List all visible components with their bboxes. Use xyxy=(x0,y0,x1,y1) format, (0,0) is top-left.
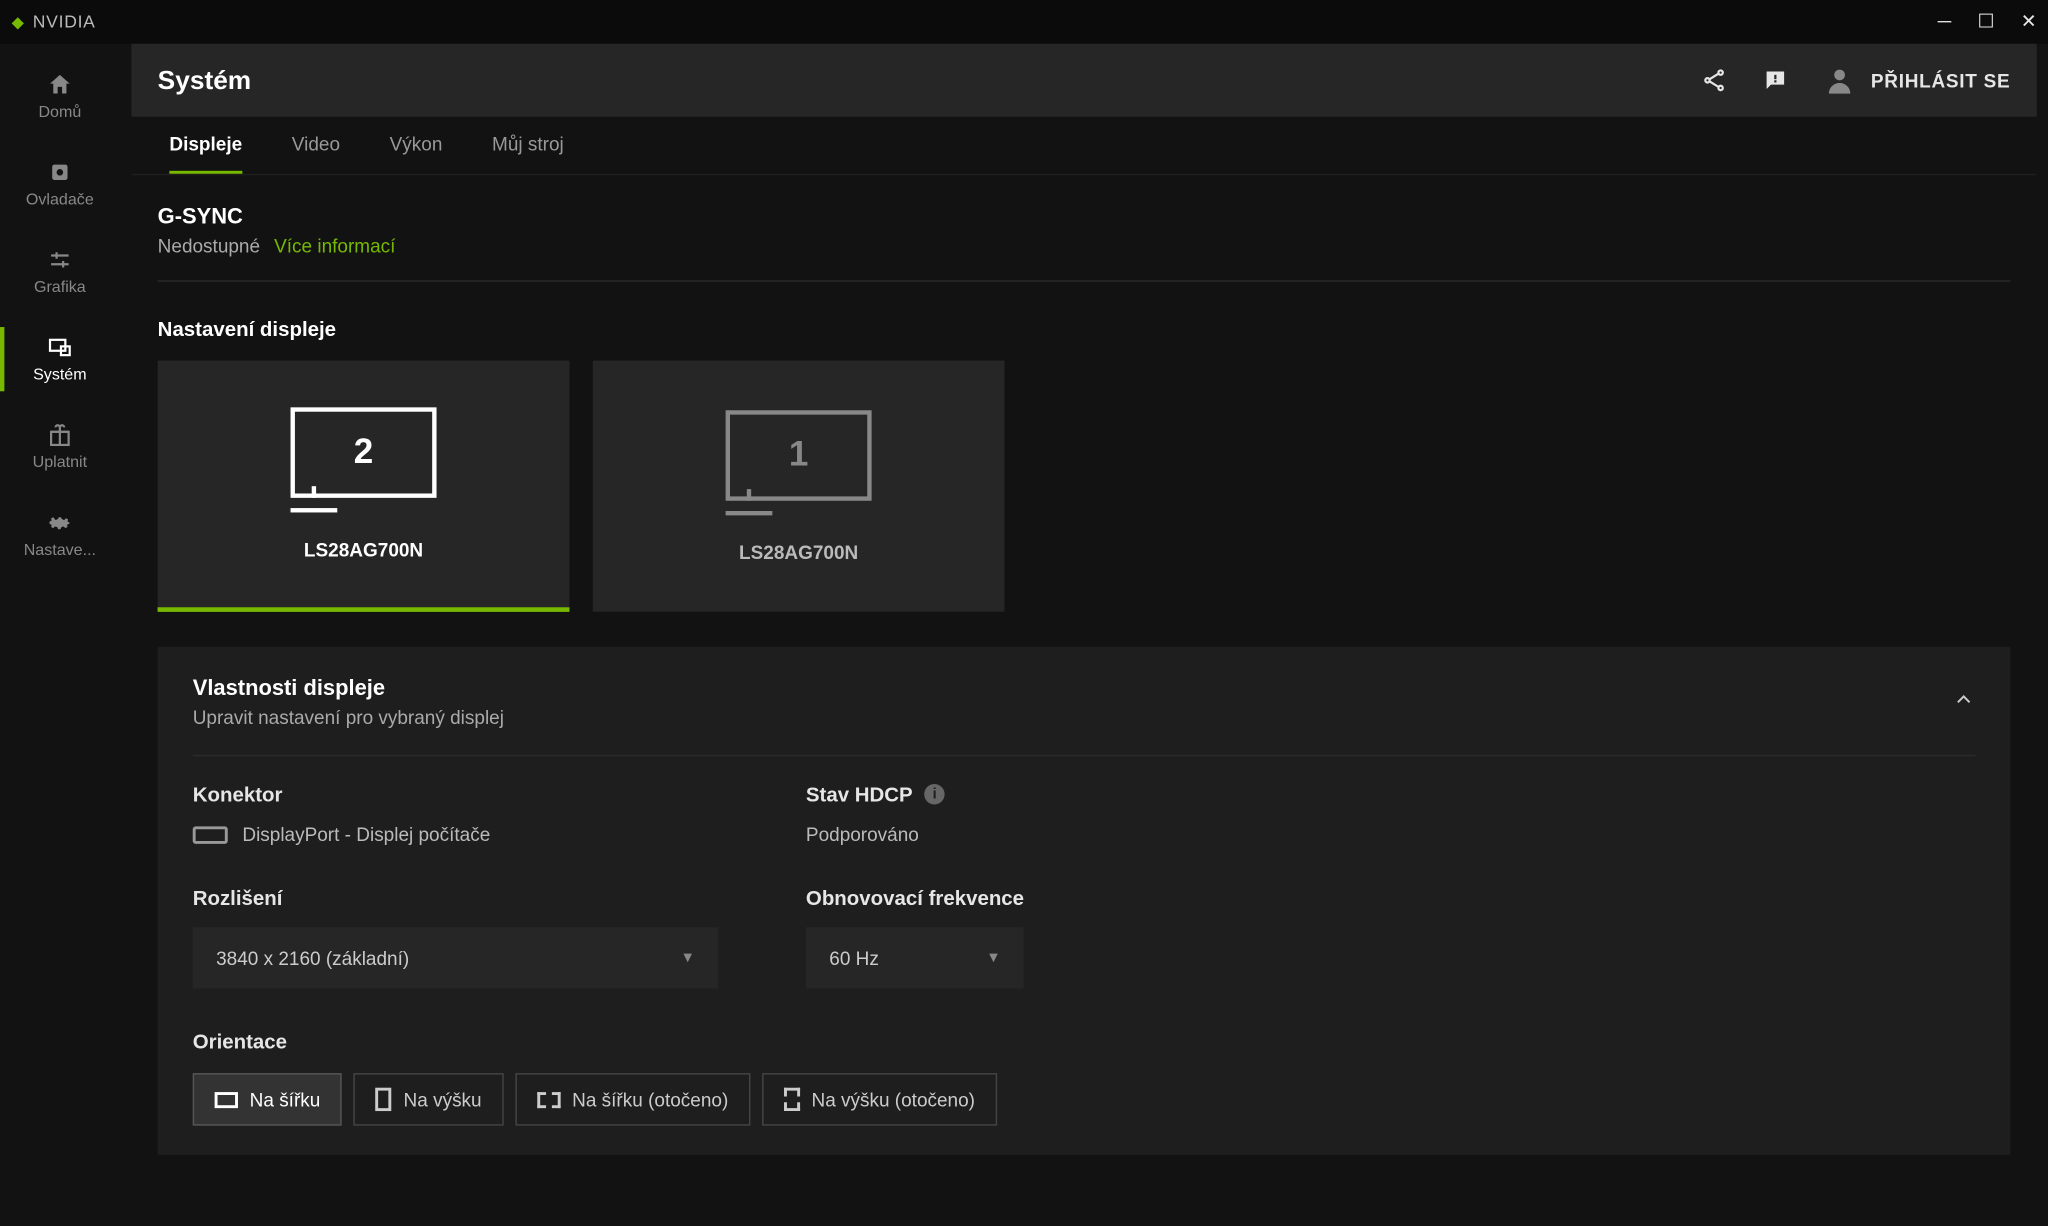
chevron-down-icon: ▼ xyxy=(986,950,1000,966)
monitor-name: LS28AG700N xyxy=(304,539,423,561)
connector-value: DisplayPort - Displej počítače xyxy=(242,823,490,845)
refresh-label: Obnovovací frekvence xyxy=(806,886,1024,909)
sidebar-item-label: Domů xyxy=(38,104,81,122)
share-icon[interactable] xyxy=(1702,67,1728,93)
app-name: NVIDIA xyxy=(33,12,96,32)
monitor-icon: 1 xyxy=(726,410,872,501)
sidebar-item-system[interactable]: Systém xyxy=(0,315,120,403)
sidebar-item-label: Nastave... xyxy=(24,542,96,560)
orientation-option-label: Na výšku xyxy=(404,1088,482,1110)
orientation-portrait[interactable]: Na výšku xyxy=(354,1073,504,1126)
portrait-flipped-icon xyxy=(784,1088,800,1111)
maximize-button[interactable]: ☐ xyxy=(1977,10,1994,33)
landscape-flipped-icon xyxy=(537,1091,560,1107)
sidebar-item-graphics[interactable]: Grafika xyxy=(0,228,120,316)
orientation-option-label: Na šířku xyxy=(250,1088,321,1110)
info-icon[interactable]: i xyxy=(924,784,944,804)
titlebar: ◆ NVIDIA ─ ☐ ✕ xyxy=(0,0,2048,44)
sidebar-item-label: Grafika xyxy=(34,279,86,297)
panel-subtitle: Upravit nastavení pro vybraný displej xyxy=(193,707,504,729)
refresh-value: 60 Hz xyxy=(829,947,879,969)
sidebar-item-label: Ovladače xyxy=(26,191,94,209)
sidebar-item-redeem[interactable]: Uplatnit xyxy=(0,403,120,491)
sidebar: Domů Ovladače Grafika Systém Uplatnit Na… xyxy=(0,44,120,1226)
nvidia-logo-icon: ◆ xyxy=(12,12,24,31)
refresh-select[interactable]: 60 Hz ▼ xyxy=(806,927,1024,988)
monitor-name: LS28AG700N xyxy=(739,541,858,563)
panel-title: Vlastnosti displeje xyxy=(193,676,504,701)
sidebar-item-home[interactable]: Domů xyxy=(0,53,120,141)
orientation-option-label: Na výšku (otočeno) xyxy=(811,1088,975,1110)
sidebar-item-settings[interactable]: Nastave... xyxy=(0,491,120,579)
orientation-landscape-flipped[interactable]: Na šířku (otočeno) xyxy=(515,1073,750,1126)
sliders-icon xyxy=(47,247,73,273)
landscape-icon xyxy=(215,1091,238,1107)
minimize-button[interactable]: ─ xyxy=(1938,10,1951,33)
avatar-icon xyxy=(1824,64,1856,96)
display-settings-title: Nastavení displeje xyxy=(131,296,2036,360)
drivers-icon xyxy=(47,159,73,185)
gsync-section: G-SYNC Nedostupné Více informací xyxy=(131,175,2036,266)
system-icon xyxy=(47,334,73,360)
monitor-number: 2 xyxy=(354,432,374,473)
feedback-icon[interactable] xyxy=(1763,67,1789,93)
sidebar-item-label: Systém xyxy=(33,366,87,384)
collapse-button[interactable] xyxy=(1952,687,1975,718)
gsync-more-link[interactable]: Více informací xyxy=(274,235,395,257)
tab-performance[interactable]: Výkon xyxy=(390,117,443,174)
resolution-value: 3840 x 2160 (základní) xyxy=(216,947,409,969)
monitor-number: 1 xyxy=(789,434,809,475)
orientation-option-label: Na šířku (otočeno) xyxy=(572,1088,728,1110)
connector-label: Konektor xyxy=(193,783,719,806)
login-button[interactable]: PŘIHLÁSIT SE xyxy=(1824,64,2010,96)
tab-myrig[interactable]: Můj stroj xyxy=(492,117,564,174)
tabs: Displeje Video Výkon Můj stroj xyxy=(131,117,2036,175)
hdcp-label: Stav HDCP xyxy=(806,783,913,806)
tab-video[interactable]: Video xyxy=(292,117,340,174)
orientation-label: Orientace xyxy=(193,1029,1976,1052)
close-button[interactable]: ✕ xyxy=(2021,10,2037,33)
resolution-select[interactable]: 3840 x 2160 (základní) ▼ xyxy=(193,927,719,988)
resolution-label: Rozlišení xyxy=(193,886,719,909)
portrait-icon xyxy=(376,1088,392,1111)
hdcp-value: Podporováno xyxy=(806,823,1332,845)
gear-icon xyxy=(47,510,73,536)
page-title: Systém xyxy=(158,65,252,96)
gsync-title: G-SYNC xyxy=(158,204,2011,229)
sidebar-item-drivers[interactable]: Ovladače xyxy=(0,140,120,228)
gift-icon xyxy=(47,422,73,448)
header: Systém PŘIHLÁSIT SE xyxy=(131,44,2036,117)
monitor-card-2[interactable]: 2 LS28AG700N xyxy=(158,361,570,612)
displayport-icon xyxy=(193,826,228,844)
home-icon xyxy=(47,72,73,98)
orientation-landscape[interactable]: Na šířku xyxy=(193,1073,343,1126)
chevron-up-icon xyxy=(1952,687,1975,710)
login-label: PŘIHLÁSIT SE xyxy=(1871,69,2011,91)
divider xyxy=(158,280,2011,281)
sidebar-item-label: Uplatnit xyxy=(33,454,87,472)
chevron-down-icon: ▼ xyxy=(680,950,694,966)
monitor-icon: 2 xyxy=(291,407,437,498)
orientation-portrait-flipped[interactable]: Na výšku (otočeno) xyxy=(762,1073,997,1126)
tab-displays[interactable]: Displeje xyxy=(169,117,242,174)
display-properties-panel: Vlastnosti displeje Upravit nastavení pr… xyxy=(158,647,2011,1155)
monitor-card-1[interactable]: 1 LS28AG700N xyxy=(593,361,1005,612)
gsync-status: Nedostupné xyxy=(158,235,260,257)
